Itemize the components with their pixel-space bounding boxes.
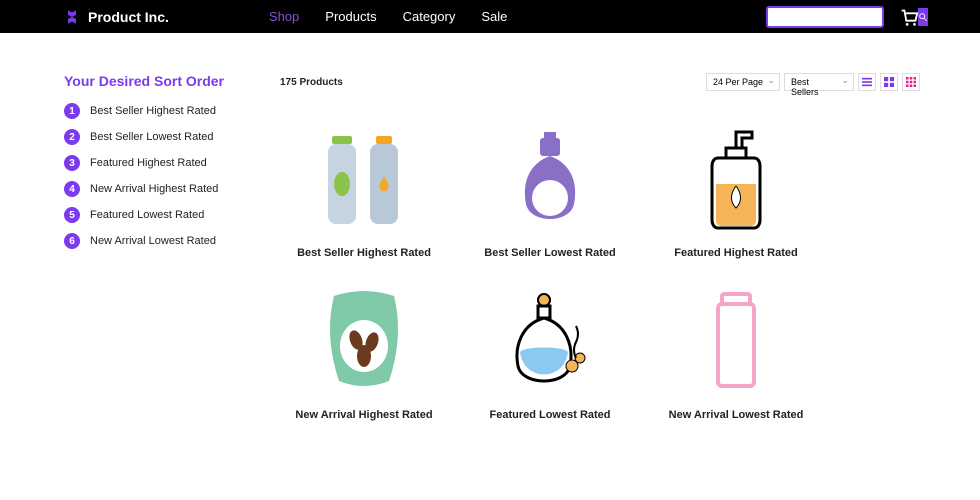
- view-grid-button[interactable]: [880, 73, 898, 91]
- sort-label: New Arrival Lowest Rated: [90, 235, 216, 247]
- bottles-icon: [314, 124, 414, 234]
- nav-sale[interactable]: Sale: [481, 9, 507, 24]
- sidebar: Your Desired Sort Order 1 Best Seller Hig…: [64, 73, 250, 421]
- number-badge: 2: [64, 129, 80, 145]
- nav-shop[interactable]: Shop: [269, 9, 299, 24]
- sort-item-3[interactable]: 3 Featured Highest Rated: [64, 155, 250, 171]
- product-count: 175 Products: [280, 77, 343, 88]
- product-title: Featured Lowest Rated: [466, 409, 634, 421]
- product-thumb: [652, 281, 820, 401]
- logo-icon: [64, 9, 80, 25]
- main: Your Desired Sort Order 1 Best Seller Hig…: [0, 33, 980, 421]
- nav-products[interactable]: Products: [325, 9, 376, 24]
- grid-icon: [884, 77, 894, 87]
- header-right: [766, 6, 920, 28]
- view-grid-small-button[interactable]: [902, 73, 920, 91]
- product-thumb: [466, 281, 634, 401]
- nav: Shop Products Category Sale: [269, 9, 507, 24]
- number-badge: 5: [64, 207, 80, 223]
- number-badge: 4: [64, 181, 80, 197]
- potion-icon: [500, 286, 600, 396]
- cart-icon[interactable]: [898, 6, 920, 28]
- perfume-icon: [500, 124, 600, 234]
- product-title: Featured Highest Rated: [652, 247, 820, 259]
- number-badge: 3: [64, 155, 80, 171]
- nav-category[interactable]: Category: [403, 9, 456, 24]
- sidebar-title: Your Desired Sort Order: [64, 73, 250, 89]
- brand-name: Product Inc.: [88, 9, 169, 25]
- number-badge: 6: [64, 233, 80, 249]
- product-card[interactable]: Best Seller Highest Rated: [280, 119, 448, 259]
- sort-label: Best Seller Lowest Rated: [90, 131, 214, 143]
- sort-item-4[interactable]: 4 New Arrival Highest Rated: [64, 181, 250, 197]
- sort-label: Best Seller Highest Rated: [90, 105, 216, 117]
- sort-item-5[interactable]: 5 Featured Lowest Rated: [64, 207, 250, 223]
- header: Product Inc. Shop Products Category Sale: [0, 0, 980, 33]
- sort-item-1[interactable]: 1 Best Seller Highest Rated: [64, 103, 250, 119]
- toolbar-controls: 24 Per Page Best Sellers: [706, 73, 920, 91]
- grid-small-icon: [906, 77, 916, 87]
- search-input[interactable]: [768, 8, 918, 26]
- product-thumb: [466, 119, 634, 239]
- sort-item-2[interactable]: 2 Best Seller Lowest Rated: [64, 129, 250, 145]
- product-thumb: [280, 281, 448, 401]
- product-card[interactable]: Featured Lowest Rated: [466, 281, 634, 421]
- product-title: Best Seller Highest Rated: [280, 247, 448, 259]
- pump-bottle-icon: [686, 124, 786, 234]
- toolbar: 175 Products 24 Per Page Best Sellers: [280, 73, 920, 91]
- content: 175 Products 24 Per Page Best Sellers Be…: [280, 73, 980, 421]
- view-list-button[interactable]: [858, 73, 876, 91]
- product-card[interactable]: New Arrival Highest Rated: [280, 281, 448, 421]
- list-icon: [862, 77, 872, 87]
- product-card[interactable]: Best Seller Lowest Rated: [466, 119, 634, 259]
- product-card[interactable]: New Arrival Lowest Rated: [652, 281, 820, 421]
- sort-label: Featured Highest Rated: [90, 157, 207, 169]
- search-box: [766, 6, 884, 28]
- product-title: New Arrival Highest Rated: [280, 409, 448, 421]
- per-page-select[interactable]: 24 Per Page: [706, 73, 780, 91]
- product-title: New Arrival Lowest Rated: [652, 409, 820, 421]
- tube-icon: [686, 286, 786, 396]
- sort-select[interactable]: Best Sellers: [784, 73, 854, 91]
- product-thumb: [280, 119, 448, 239]
- sort-label: Featured Lowest Rated: [90, 209, 204, 221]
- product-grid: Best Seller Highest Rated Best Seller Lo…: [280, 119, 820, 421]
- sort-label: New Arrival Highest Rated: [90, 183, 218, 195]
- product-title: Best Seller Lowest Rated: [466, 247, 634, 259]
- number-badge: 1: [64, 103, 80, 119]
- product-card[interactable]: Featured Highest Rated: [652, 119, 820, 259]
- seeds-pouch-icon: [314, 286, 414, 396]
- product-thumb: [652, 119, 820, 239]
- sort-item-6[interactable]: 6 New Arrival Lowest Rated: [64, 233, 250, 249]
- logo[interactable]: Product Inc.: [64, 9, 169, 25]
